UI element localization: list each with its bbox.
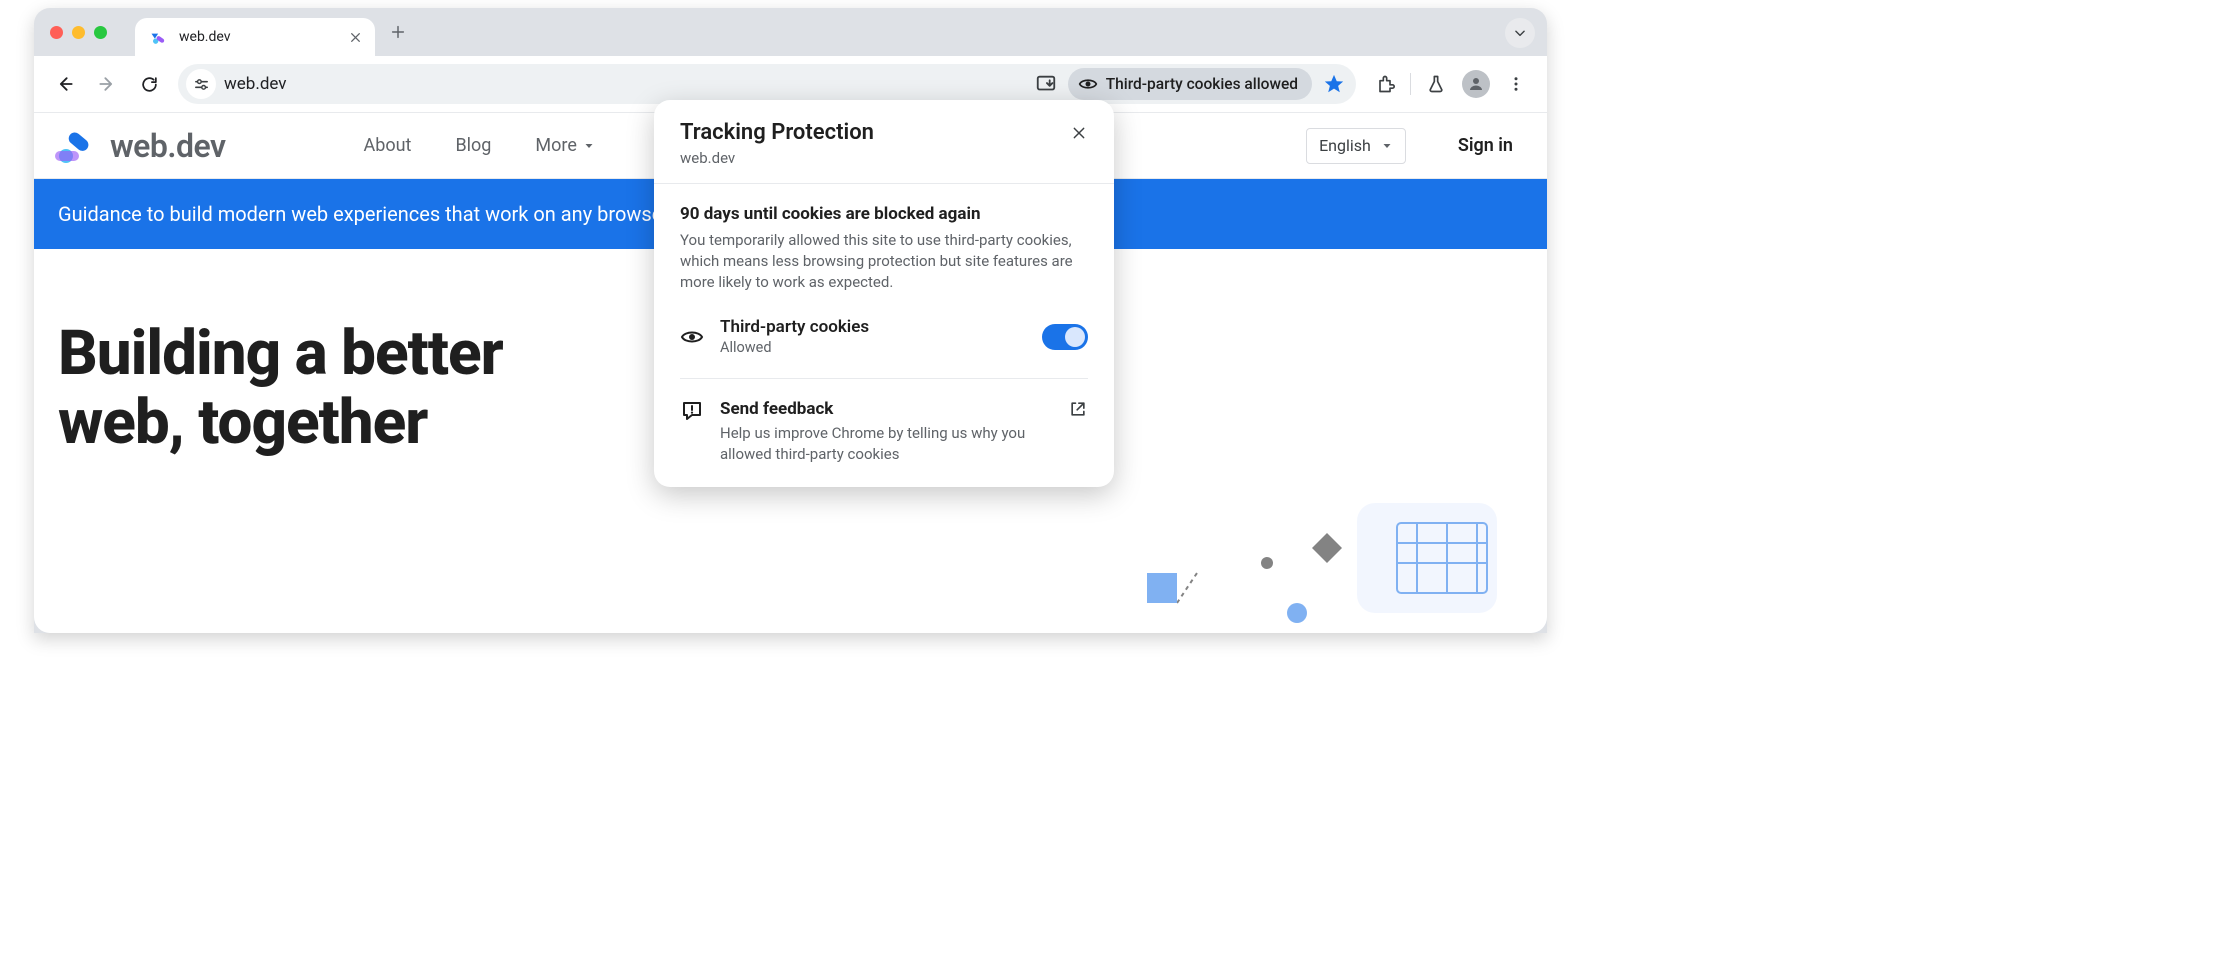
browser-tab[interactable]: web.dev [135,18,375,56]
nav-more[interactable]: More [535,135,594,156]
cookies-row-title: Third-party cookies [720,317,1026,337]
caret-down-icon [583,140,595,152]
tune-icon [193,76,210,93]
nav-label: More [535,135,576,156]
url-actions: Third-party cookies allowed [1030,68,1350,100]
nav-about[interactable]: About [364,135,412,156]
tab-title: web.dev [179,29,337,45]
eye-icon [1078,74,1098,94]
labs-button[interactable] [1417,65,1455,103]
nav-label: About [364,135,412,156]
popover-close-button[interactable] [1066,120,1092,146]
profile-button[interactable] [1457,65,1495,103]
countdown-text: You temporarily allowed this site to use… [680,230,1088,293]
cookies-chip-label: Third-party cookies allowed [1106,75,1298,93]
minimize-window-button[interactable] [72,26,85,39]
feedback-title: Send feedback [720,399,1052,419]
reload-icon [140,75,159,94]
toolbar-right [1366,65,1535,103]
language-select[interactable]: English [1306,128,1406,164]
puzzle-icon [1375,74,1395,94]
popover-host: web.dev [680,149,874,167]
popover-title: Tracking Protection [680,120,874,145]
tab-strip: web.dev [34,8,1547,56]
decorative-graphic [1097,473,1517,633]
chevron-down-icon [1513,26,1527,40]
flask-icon [1426,74,1446,94]
plus-icon [390,24,406,40]
maximize-window-button[interactable] [94,26,107,39]
third-party-cookies-row: Third-party cookies Allowed [680,317,1088,356]
caret-down-icon [1381,140,1393,152]
site-info-button[interactable] [186,69,216,99]
arrow-right-icon [97,74,117,94]
feedback-icon [680,399,704,423]
site-logo-text: web.dev [110,127,226,165]
banner-text: Guidance to build modern web experiences… [58,202,673,226]
back-button[interactable] [46,65,84,103]
sign-in-label: Sign in [1458,135,1513,156]
tracking-protection-popover: Tracking Protection web.dev 90 days unti… [654,100,1114,487]
close-icon [349,31,362,44]
send-feedback-row[interactable]: Send feedback Help us improve Chrome by … [654,379,1114,465]
chrome-menu-button[interactable] [1497,65,1535,103]
forward-button[interactable] [88,65,126,103]
sign-in-link[interactable]: Sign in [1458,135,1513,156]
avatar [1462,70,1490,98]
close-tab-button[interactable] [347,31,363,44]
separator [1410,73,1411,95]
star-filled-icon [1323,73,1345,95]
site-logo[interactable]: web.dev [54,127,226,165]
feedback-text: Help us improve Chrome by telling us why… [720,423,1052,465]
address-bar[interactable]: web.dev Third-party cookies allowed [178,64,1356,104]
new-tab-button[interactable] [383,17,413,47]
nav-blog[interactable]: Blog [455,135,491,156]
cookies-toggle[interactable] [1042,324,1088,350]
bookmark-button[interactable] [1318,68,1350,100]
install-app-button[interactable] [1030,68,1062,100]
close-window-button[interactable] [50,26,63,39]
arrow-left-icon [55,74,75,94]
reload-button[interactable] [130,65,168,103]
eye-icon [680,325,704,349]
extensions-button[interactable] [1366,65,1404,103]
tab-search-button[interactable] [1505,18,1535,48]
language-label: English [1319,136,1371,155]
install-icon [1035,73,1057,95]
webdev-favicon-icon [149,27,169,47]
browser-window: web.dev [34,8,1547,633]
kebab-icon [1507,75,1525,93]
nav-label: Blog [455,135,491,156]
url-text: web.dev [224,74,287,94]
close-icon [1071,125,1087,141]
webdev-logo-icon [54,128,98,164]
person-icon [1467,75,1485,93]
site-nav: About Blog More [364,135,595,156]
window-controls [50,26,107,39]
cookies-status-chip[interactable]: Third-party cookies allowed [1068,68,1312,100]
countdown-title: 90 days until cookies are blocked again [680,204,1088,224]
open-external-icon [1068,399,1088,419]
cookies-row-status: Allowed [720,339,1026,356]
